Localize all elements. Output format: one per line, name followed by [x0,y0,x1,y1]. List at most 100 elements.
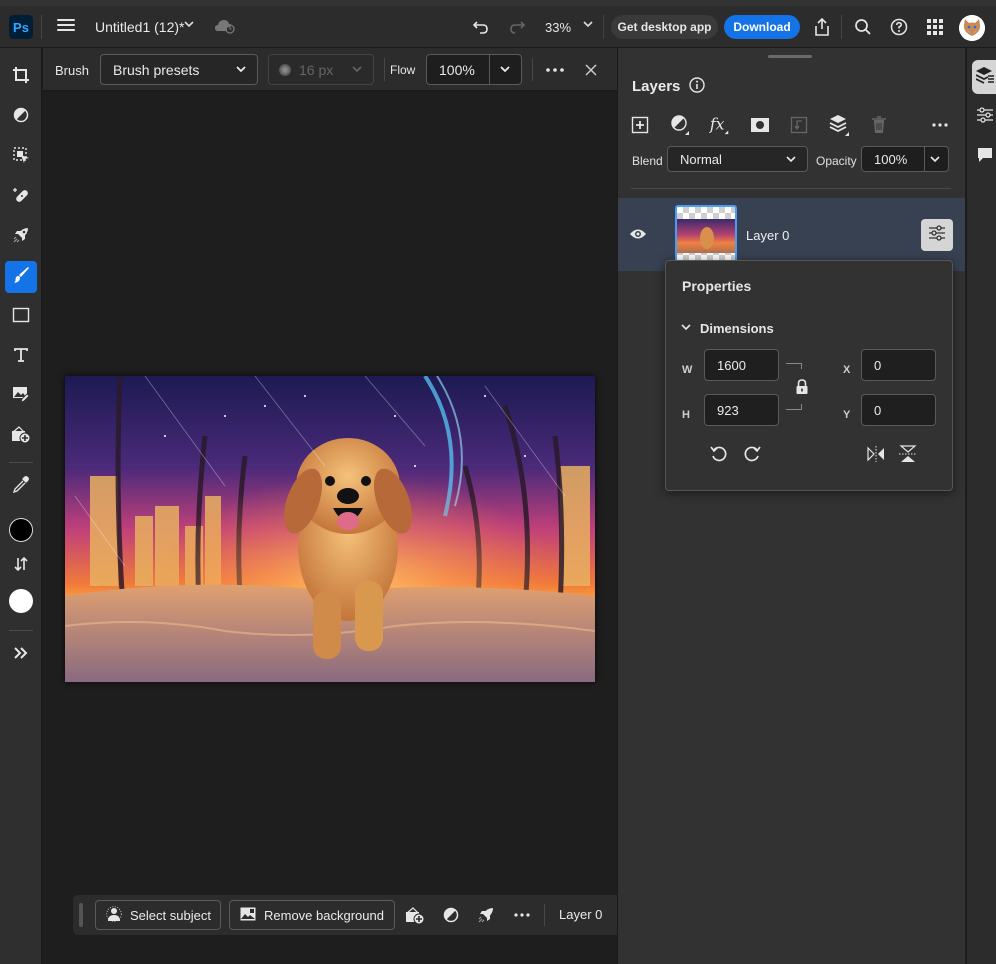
flip-horizontal-icon[interactable] [866,444,886,464]
share-icon[interactable] [811,16,833,38]
mask-icon[interactable] [749,114,771,136]
adjustment-icon[interactable] [440,905,462,925]
brush-tool[interactable] [5,261,37,293]
brush-tip-icon [279,63,291,76]
chevron-down-icon[interactable] [183,18,195,33]
quick-actions-rocket-icon[interactable] [475,905,497,925]
more-options-icon[interactable] [511,905,533,925]
add-image-icon[interactable] [404,905,426,925]
drag-handle[interactable] [79,903,83,927]
canvas-area[interactable] [43,92,617,964]
type-icon [13,347,29,368]
layer-name[interactable]: Layer 0 [746,228,789,243]
blend-mode-dropdown[interactable]: Normal [667,146,808,172]
user-avatar[interactable] [959,15,985,41]
image-edit-icon [12,385,30,408]
add-image-tool[interactable] [5,420,37,452]
brush-size-value: 16 px [299,61,334,78]
fx-effects-icon[interactable]: fx [709,114,731,136]
flip-vertical-icon[interactable] [898,444,918,464]
opacity-input[interactable]: 100% [861,146,949,172]
brush-presets-dropdown[interactable]: Brush presets [100,54,258,85]
object-select-tool[interactable] [5,141,37,173]
select-subject-button[interactable]: Select subject [95,900,221,930]
download-button[interactable]: Download [724,15,800,39]
divider [631,188,951,189]
current-layer-label: Layer 0 [559,907,603,922]
remove-background-label: Remove background [264,907,384,923]
photoshop-logo[interactable]: Ps [9,15,33,39]
panel-drag-handle[interactable] [768,55,812,58]
layer-thumbnail[interactable] [675,205,737,265]
lock-aspect-ratio-icon[interactable] [794,378,810,396]
more-options-icon[interactable] [929,114,951,136]
comments-panel-button[interactable] [972,140,996,174]
tool-name-label: Brush [55,63,89,78]
layer-properties-button[interactable] [921,219,953,251]
clipping-mask-icon[interactable] [788,114,810,136]
swap-colors-button[interactable] [5,550,37,582]
y-position-input[interactable]: 0 [861,394,936,426]
apps-grid-icon[interactable] [924,16,946,38]
image-add-icon [11,425,31,448]
layers-panel-button[interactable] [972,60,996,94]
eyedropper-tool[interactable] [5,470,37,502]
zoom-level[interactable]: 33% [545,20,571,35]
rotate-clockwise-icon[interactable] [742,444,762,464]
adjustment-layer-icon[interactable] [670,114,692,136]
visibility-eye-icon[interactable] [628,226,648,242]
zoom-chevron-down-icon[interactable] [582,18,594,33]
background-color-swatch[interactable] [9,589,33,613]
divider [603,15,604,39]
sliders-icon [976,106,994,128]
layer-stack-icon[interactable] [829,114,851,136]
panels-rail [966,48,996,964]
add-layer-icon[interactable] [629,114,651,136]
bandage-icon [12,186,30,209]
tool-options-bar: Brush Brush presets 16 px Flow 100% [43,48,617,91]
undo-icon[interactable] [470,16,492,38]
adjustments-panel-button[interactable] [972,100,996,134]
canvas-image-puppy-on-beach[interactable] [65,376,595,682]
shape-tool[interactable] [5,301,37,333]
hamburger-menu-icon[interactable] [56,16,76,36]
brush-size-dropdown[interactable]: 16 px [268,54,374,85]
divider [41,15,42,39]
help-icon[interactable] [888,16,910,38]
type-tool[interactable] [5,341,37,373]
comment-icon [976,146,994,169]
healing-tool[interactable] [5,181,37,213]
height-input[interactable]: 923 [704,394,779,426]
crop-tool[interactable] [5,61,37,93]
opacity-chevron-down-icon[interactable] [929,153,941,165]
place-image-tool[interactable] [5,380,37,412]
flow-chevron-down-icon[interactable] [499,62,511,74]
cloud-sync-icon[interactable] [214,18,236,34]
remove-background-button[interactable]: Remove background [229,900,395,930]
foreground-color-swatch[interactable] [9,518,33,542]
crop-icon [12,66,30,89]
info-icon[interactable] [689,77,705,93]
rotate-counterclockwise-icon[interactable] [709,444,729,464]
redo-icon[interactable] [506,16,528,38]
quick-actions-tool[interactable] [5,221,37,253]
chevron-down-icon [351,62,363,74]
more-options-icon[interactable] [544,60,566,80]
opacity-label: Opacity [816,154,857,168]
x-position-input[interactable]: 0 [861,349,936,381]
adjustment-tool[interactable] [5,101,37,133]
close-icon[interactable] [581,60,601,80]
flow-input[interactable]: 100% [426,54,522,85]
delete-layer-icon[interactable] [868,114,890,136]
width-input[interactable]: 1600 [704,349,779,381]
layers-icon [975,66,994,89]
dimensions-label: Dimensions [700,321,774,336]
document-title[interactable]: Untitled1 (12)* [95,19,185,35]
rectangle-icon [12,307,30,328]
more-tools-button[interactable] [5,639,37,671]
search-icon[interactable] [852,16,874,38]
double-chevron-right-icon [13,646,29,665]
get-desktop-app-button[interactable]: Get desktop app [611,15,718,39]
person-select-icon [106,905,122,925]
dimensions-section-toggle[interactable]: Dimensions [680,321,774,336]
